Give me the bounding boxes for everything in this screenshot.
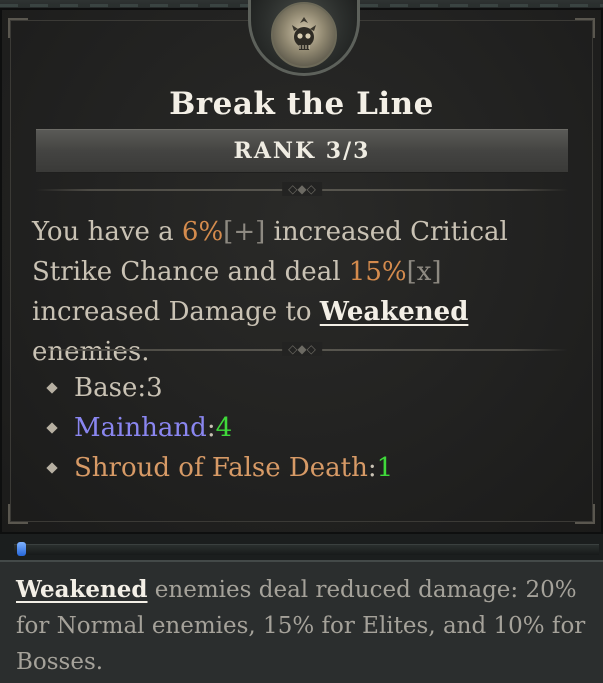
skill-title: Break the Line	[169, 86, 434, 122]
damage-value: 15%	[348, 257, 407, 287]
skull-emblem-icon	[243, 0, 365, 76]
bullet-diamond-icon	[46, 422, 58, 434]
rank-breakdown-list: Base: 3 Mainhand: 4 Shroud of False Deat…	[46, 368, 393, 488]
corner-ornament	[8, 18, 28, 38]
divider: ◇◆◇	[36, 342, 568, 356]
rank-source-mainhand: Mainhand: 4	[46, 408, 393, 448]
keyword-tooltip-text: Weakened enemies deal reduced damage: 20…	[16, 576, 586, 675]
resource-strip	[0, 534, 603, 560]
divider: ◇◆◇	[36, 182, 568, 196]
bullet-diamond-icon	[46, 462, 58, 474]
crit-value: 6%	[181, 217, 224, 247]
rank-source-base: Base: 3	[46, 368, 393, 408]
rank-label: RANK 3/3	[233, 138, 371, 164]
rank-bar: RANK 3/3	[36, 129, 568, 173]
weakened-keyword-heading: Weakened	[16, 576, 148, 603]
rank-source-unique: Shroud of False Death: 1	[46, 448, 393, 488]
corner-ornament	[575, 18, 595, 38]
additive-bracket: [+]	[223, 217, 266, 247]
corner-ornament	[8, 504, 28, 524]
bullet-diamond-icon	[46, 382, 58, 394]
strip-bar	[14, 544, 599, 555]
keyword-tooltip: Weakened enemies deal reduced damage: 20…	[0, 560, 603, 683]
corner-ornament	[575, 504, 595, 524]
multiplicative-bracket: [x]	[406, 257, 442, 287]
blue-pip-icon	[17, 542, 26, 556]
weakened-keyword[interactable]: Weakened	[320, 297, 469, 327]
